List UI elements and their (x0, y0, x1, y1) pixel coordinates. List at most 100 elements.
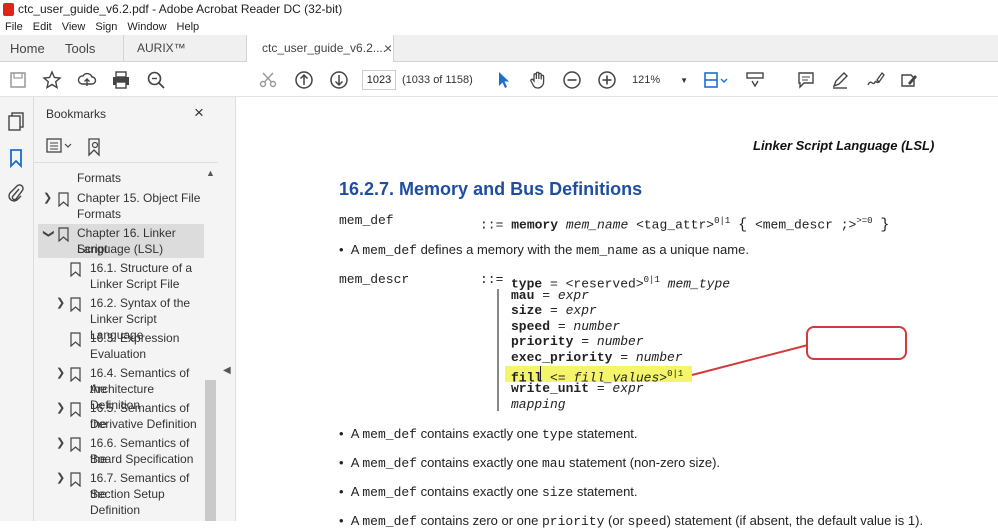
bullet-3: • A mem_def contains exactly one mau sta… (339, 455, 721, 471)
mem-def-name: mem_def (339, 213, 394, 228)
bookmark-label: Formats (77, 171, 122, 185)
code: mem_name (575, 243, 639, 258)
mem-descr-name: mem_descr (339, 272, 410, 287)
divider (34, 162, 218, 163)
tab-ctc-user-guide[interactable]: ctc_user_guide_v6.2.... × (246, 35, 394, 63)
menu-help[interactable]: Help (177, 21, 200, 33)
chevron-right-icon[interactable]: ❯ (56, 436, 65, 452)
text: A (350, 484, 363, 499)
bookmark-chapter-15[interactable]: ❯ Chapter 15. Object File Formats (34, 191, 204, 223)
menu-edit[interactable]: Edit (33, 21, 52, 33)
grammar-operator: ::= (480, 272, 504, 287)
grammar-row: exec_priority = number (511, 350, 683, 366)
scroll-mode-icon[interactable] (744, 69, 766, 91)
fill-sign-icon[interactable] (898, 69, 920, 91)
zoom-out-icon[interactable] (561, 69, 583, 91)
save-icon[interactable] (7, 69, 29, 91)
bookmark-options-icon[interactable] (46, 137, 74, 160)
page-fit-icon[interactable] (700, 69, 730, 91)
code: mau (542, 456, 566, 471)
bookmark-16-1[interactable]: 16.1. Structure of a Linker Script File (34, 261, 204, 293)
val: mem_type (667, 276, 731, 292)
collapse-panel-icon[interactable]: ◀ (223, 365, 231, 376)
close-icon[interactable]: × (194, 103, 204, 123)
window-title: ctc_user_guide_v6.2.pdf - Adobe Acrobat … (18, 2, 343, 16)
share-upload-icon[interactable] (76, 69, 98, 91)
grammar-arg: mem_name (565, 217, 629, 233)
val: number (635, 350, 683, 365)
next-page-icon[interactable] (328, 69, 350, 91)
tab-aurix[interactable]: AURIX™ TC33x/TC3... (123, 35, 243, 82)
attachments-icon[interactable] (7, 183, 25, 208)
bookmarks-scrollbar-thumb[interactable] (205, 380, 216, 521)
scissors-icon[interactable] (257, 69, 279, 91)
grammar-row: write_unit = expr (511, 381, 644, 397)
bookmark-16-5[interactable]: ❯ 16.5. Semantics of the Derivative Defi… (34, 401, 204, 433)
print-icon[interactable] (110, 69, 132, 91)
zoom-level-select[interactable]: 121% ▼ (632, 70, 688, 91)
bookmark-search-icon[interactable] (86, 137, 104, 162)
bookmark-16-7[interactable]: ❯ 16.7. Semantics of the Section Setup D… (34, 471, 204, 519)
eq: = (534, 288, 558, 303)
panel-splitter[interactable]: ◀ (218, 97, 236, 521)
chevron-down-icon[interactable]: ❯ (40, 229, 56, 238)
running-header: Linker Script Language (LSL) (753, 138, 935, 153)
menu-view[interactable]: View (62, 21, 86, 33)
zoom-in-icon[interactable] (596, 69, 618, 91)
bullet-1: • A mem_def defines a memory with the me… (339, 242, 749, 258)
bookmark-star-icon[interactable] (41, 69, 63, 91)
bookmark-16-4[interactable]: ❯ 16.4. Semantics of the Architecture De… (34, 366, 204, 412)
text: A (350, 242, 363, 257)
bookmarks-panel-icon[interactable] (8, 148, 24, 173)
chevron-right-icon[interactable]: ❯ (56, 471, 65, 487)
scroll-up-icon[interactable]: ▲ (206, 168, 215, 178)
text: statement. (573, 484, 638, 499)
grammar-row: mau = expr (511, 288, 589, 304)
kw: priority (511, 334, 574, 349)
hand-tool-icon[interactable] (527, 69, 549, 91)
menu-sign[interactable]: Sign (95, 21, 117, 33)
chevron-right-icon[interactable]: ❯ (56, 296, 65, 312)
bookmark-label: Formats (77, 207, 122, 221)
select-cursor-icon[interactable] (492, 69, 514, 91)
zoom-level-value: 121% (632, 74, 661, 86)
chevron-right-icon[interactable]: ❯ (56, 401, 65, 417)
highlight-pen-icon[interactable] (829, 69, 851, 91)
tab-close-icon[interactable]: × (384, 35, 392, 62)
bookmark-16-3[interactable]: 16.3. Expression Evaluation (34, 331, 204, 363)
eq: = (573, 334, 597, 349)
page-number-input[interactable]: 1023 (362, 70, 396, 90)
zoom-search-icon[interactable] (145, 69, 167, 91)
callout-annotation[interactable] (680, 320, 920, 390)
grammar-alternative-bar (497, 289, 499, 411)
code: priority (542, 514, 605, 529)
sign-icon[interactable] (864, 69, 886, 91)
tab-home[interactable]: Home (10, 35, 45, 62)
bookmark-16-6[interactable]: ❯ 16.6. Semantics of the Board Specifica… (34, 436, 204, 468)
chevron-right-icon[interactable]: ❯ (56, 366, 65, 382)
menu-bar: File Edit View Sign Window Help (0, 19, 998, 35)
code: size (542, 485, 574, 500)
val: mapping (511, 397, 566, 412)
tab-tools[interactable]: Tools (65, 35, 95, 62)
section-heading: 16.2.7. Memory and Bus Definitions (339, 179, 643, 199)
text: contains exactly one (416, 426, 542, 441)
text: contains exactly one (416, 455, 542, 470)
page-thumbnails-icon[interactable] (7, 111, 25, 136)
comment-icon[interactable] (795, 69, 817, 91)
menu-window[interactable]: Window (127, 21, 166, 33)
menu-file[interactable]: File (5, 21, 23, 33)
kw: exec_priority (511, 350, 613, 365)
previous-page-icon[interactable] (293, 69, 315, 91)
grammar-descr: <mem_descr ;> (754, 217, 857, 233)
grammar-sup: >=0 (856, 216, 873, 226)
chevron-right-icon[interactable]: ❯ (43, 191, 52, 207)
grammar-row: priority = number (511, 334, 644, 350)
bookmark-flag-icon (70, 437, 81, 452)
bookmark-16-2[interactable]: ❯ 16.2. Syntax of the Linker Script Lang… (34, 296, 204, 342)
bookmark-chapter-16-selected[interactable]: ❯ Chapter 16. Linker Script Language (LS… (38, 224, 204, 258)
text: A (350, 426, 363, 441)
bookmark-label: Section Setup (90, 487, 165, 501)
kw: mau (511, 288, 535, 303)
mem-def-rule: ::= memory mem_name <tag_attr>0|1 { <mem… (480, 213, 889, 233)
